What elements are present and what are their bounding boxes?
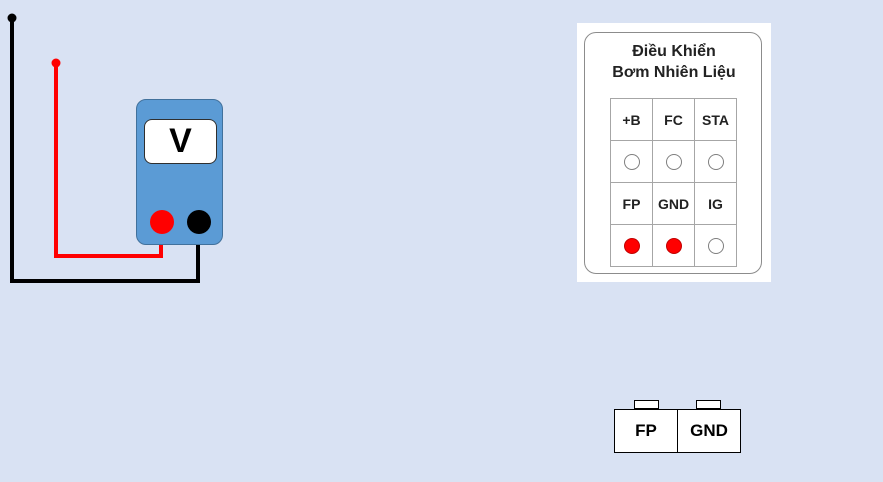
connector-latch-right <box>696 400 721 409</box>
pin-b-plus[interactable] <box>623 154 640 171</box>
black-probe-jack[interactable] <box>187 210 211 234</box>
pin-ig[interactable] <box>707 238 724 255</box>
red-probe-jack[interactable] <box>150 210 174 234</box>
pump-connector: FP GND <box>614 400 742 453</box>
pin-sta[interactable] <box>707 154 724 171</box>
voltmeter-display: V <box>144 119 217 164</box>
pin-label-ig: IG <box>694 182 737 225</box>
panel-title: Điều Khiển Bơm Nhiên Liệu <box>577 41 771 83</box>
pin-label-b-plus: +B <box>610 98 653 141</box>
pin-gnd[interactable] <box>665 238 682 255</box>
pin-table: +B FC STA FP GND IG <box>610 98 737 267</box>
red-probe-tip[interactable] <box>51 58 61 68</box>
pin-fp[interactable] <box>623 238 640 255</box>
black-probe-tip[interactable] <box>7 13 17 23</box>
panel-title-line-2: Bơm Nhiên Liệu <box>612 64 736 81</box>
panel-title-line-1: Điều Khiển <box>632 43 716 60</box>
voltmeter[interactable]: V <box>136 99 223 245</box>
pin-label-gnd: GND <box>652 182 695 225</box>
connector-latch-left <box>634 400 659 409</box>
pin-label-sta: STA <box>694 98 737 141</box>
connector-terminal-fp[interactable]: FP <box>614 409 678 453</box>
connector-terminal-gnd[interactable]: GND <box>677 409 741 453</box>
fuel-pump-control-panel: Điều Khiển Bơm Nhiên Liệu +B FC STA FP G… <box>577 23 771 282</box>
pin-fc[interactable] <box>665 154 682 171</box>
pin-label-fc: FC <box>652 98 695 141</box>
pin-label-fp: FP <box>610 182 653 225</box>
